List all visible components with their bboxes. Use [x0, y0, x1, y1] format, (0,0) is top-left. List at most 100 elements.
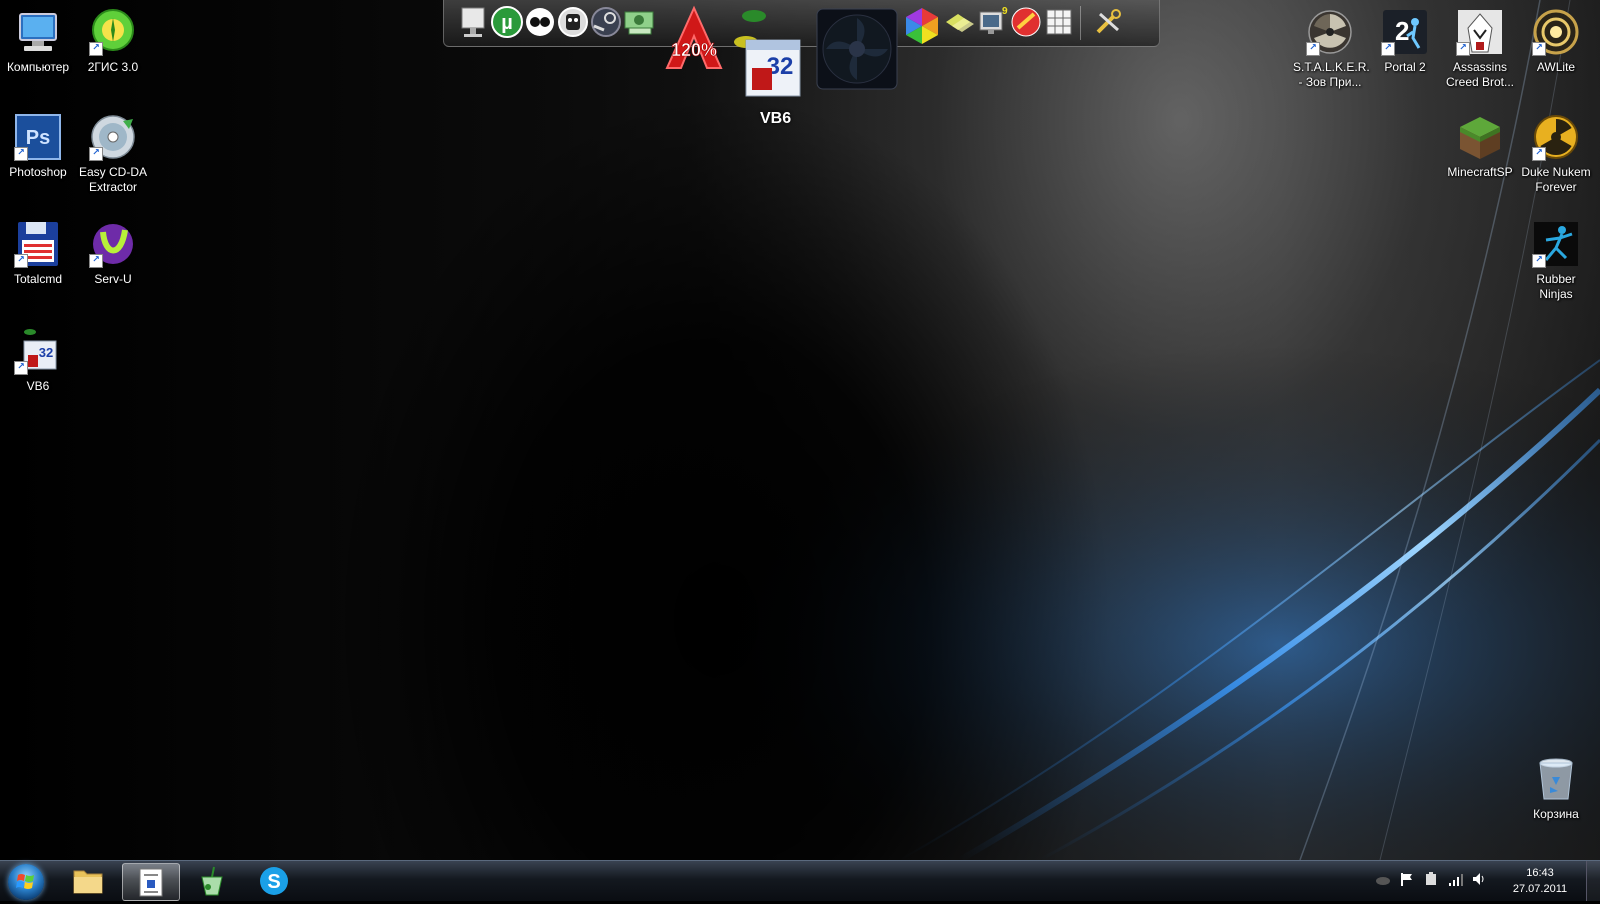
- desktop-icon-vb6[interactable]: 32 ↗ VB6: [1, 327, 75, 394]
- shortcut-arrow-icon: ↗: [89, 42, 103, 56]
- desktop-icon-computer[interactable]: Компьютер: [1, 8, 75, 75]
- rubber-ninjas-icon: ↗: [1532, 220, 1580, 268]
- dock-item-display[interactable]: 99: [976, 6, 1014, 38]
- taskbar-icq[interactable]: [184, 863, 240, 899]
- start-button[interactable]: [8, 864, 44, 900]
- svg-text:S: S: [267, 871, 280, 893]
- icon-label: MinecraftSP: [1447, 165, 1513, 179]
- vb6-icon: 32 ↗: [14, 327, 62, 375]
- desktop-icon-photoshop[interactable]: Ps ↗ Photoshop: [1, 113, 75, 180]
- shortcut-arrow-icon: ↗: [1532, 254, 1546, 268]
- icon-label: AWLite: [1536, 60, 1576, 74]
- tools-icon: [1096, 9, 1121, 34]
- dock-item-fan[interactable]: [816, 8, 898, 90]
- dock-item-monitor[interactable]: [458, 6, 490, 38]
- dock-item-windows-panel[interactable]: [1043, 6, 1075, 38]
- dock-item-money[interactable]: [623, 6, 655, 38]
- shortcut-arrow-icon: ↗: [1532, 42, 1546, 56]
- show-desktop-button[interactable]: [1586, 861, 1600, 901]
- icon-label: Корзина: [1533, 807, 1579, 821]
- icon-label: S.T.A.L.K.E.R. - Зов При...: [1293, 60, 1370, 89]
- clock-time: 16:43: [1526, 867, 1554, 879]
- dock-item-qip[interactable]: [524, 6, 556, 38]
- dock-item-picasa[interactable]: [902, 6, 938, 44]
- desktop-icon-totalcmd[interactable]: ↗ Totalcmd: [1, 220, 75, 287]
- dock-item-autocad[interactable]: 120%: [659, 4, 729, 74]
- desktop-icon-2gis[interactable]: ↗ 2ГИС 3.0: [76, 8, 150, 75]
- desktop-icon-duke-nukem[interactable]: ↗ Duke Nukem Forever: [1519, 113, 1593, 195]
- icon-label: Photoshop: [9, 165, 67, 179]
- icon-label: 2ГИС 3.0: [87, 60, 139, 74]
- svg-text:32: 32: [39, 345, 53, 360]
- shortcut-arrow-icon: ↗: [1306, 42, 1320, 56]
- dock-item-settings[interactable]: [1092, 6, 1124, 38]
- total-commander-icon: ↗: [14, 220, 62, 268]
- money-icon: [624, 11, 654, 35]
- clock-date: 27.07.2011: [1512, 883, 1568, 895]
- fan-icon: [816, 8, 898, 90]
- display-monitor-icon: 99: [979, 6, 1014, 34]
- dock-separator: [1080, 6, 1081, 40]
- taskbar-explorer[interactable]: [60, 863, 116, 899]
- desktop: Компьютер ↗ 2ГИС 3.0 Ps ↗ Photoshop ↗ Ea…: [0, 0, 1600, 860]
- portal2-icon: 2 ↗: [1381, 8, 1429, 56]
- robot-icon: [558, 7, 588, 37]
- shortcut-arrow-icon: ↗: [1532, 147, 1546, 161]
- cd-extractor-icon: ↗: [89, 113, 137, 161]
- desktop-icon-assassins-creed[interactable]: ↗ Assassins Creed Brot...: [1443, 8, 1517, 90]
- utorrent-icon: µ: [491, 6, 523, 38]
- svg-text:2: 2: [1395, 16, 1409, 46]
- desktop-icon-rubber-ninjas[interactable]: ↗ Rubber Ninjas: [1519, 220, 1593, 302]
- shortcut-arrow-icon: ↗: [1456, 42, 1470, 56]
- steam-icon: [591, 7, 621, 37]
- dock-item-steam[interactable]: [590, 6, 622, 38]
- dock-item-utorrent[interactable]: µ: [491, 6, 523, 38]
- icon-label: Duke Nukem Forever: [1521, 165, 1591, 194]
- wallpaper-swoosh: [0, 0, 1600, 860]
- badge-99: 99: [1002, 6, 1008, 17]
- qip-icon: [201, 866, 223, 896]
- action-center-flag-icon[interactable]: [1399, 871, 1415, 887]
- svg-text:µ: µ: [501, 12, 513, 34]
- minecraft-icon: [1456, 113, 1504, 161]
- network-icon: [946, 14, 974, 32]
- dock-item-network[interactable]: [944, 6, 976, 38]
- vb6-dock-icon: 32: [734, 10, 801, 97]
- taskbar-active-app[interactable]: [122, 863, 180, 901]
- autocad-icon: 120%: [665, 5, 723, 69]
- desktop-icon-minecraft[interactable]: MinecraftSP: [1443, 113, 1517, 180]
- cloud-tray-icon[interactable]: [1375, 871, 1391, 887]
- icon-label: VB6: [26, 379, 50, 393]
- 2gis-icon: ↗: [89, 8, 137, 56]
- shortcut-arrow-icon: ↗: [1381, 42, 1395, 56]
- assassins-creed-icon: ↗: [1456, 8, 1504, 56]
- desktop-icon-awlite[interactable]: ↗ AWLite: [1519, 8, 1593, 75]
- dock-item-vb6[interactable]: 32: [732, 4, 814, 100]
- desktop-icon-stalker[interactable]: ↗ S.T.A.L.K.E.R. - Зов При...: [1293, 8, 1370, 90]
- shortcut-arrow-icon: ↗: [89, 254, 103, 268]
- icon-label: Assassins Creed Brot...: [1445, 60, 1515, 89]
- desktop-icon-portal2[interactable]: 2 ↗ Portal 2: [1368, 8, 1442, 75]
- desktop-icon-recycle-bin[interactable]: Корзина: [1519, 755, 1593, 822]
- clock[interactable]: 16:43 27.07.2011: [1500, 865, 1580, 897]
- shortcut-arrow-icon: ↗: [14, 147, 28, 161]
- dock-item-cleaner[interactable]: [1010, 6, 1042, 38]
- shortcut-arrow-icon: ↗: [89, 147, 103, 161]
- volume-icon[interactable]: [1471, 871, 1487, 887]
- desktop-icon-serv-u[interactable]: ↗ Serv-U: [76, 220, 150, 287]
- taskbar: S 16:43 27.07.2011: [0, 860, 1600, 901]
- zoom-badge: 120%: [671, 40, 717, 60]
- photoshop-icon: Ps ↗: [14, 113, 62, 161]
- top-dock: µ 120% 32 9: [443, 0, 1160, 97]
- dock-item-rss[interactable]: [557, 6, 589, 38]
- shortcut-arrow-icon: ↗: [14, 361, 28, 375]
- skype-icon: S: [260, 867, 288, 895]
- taskbar-skype[interactable]: S: [246, 863, 302, 899]
- power-tray-icon[interactable]: [1423, 871, 1439, 887]
- serv-u-icon: ↗: [89, 220, 137, 268]
- icon-label: Portal 2: [1384, 60, 1426, 74]
- color-wheel-icon: [906, 8, 938, 44]
- icon-label: Компьютер: [6, 60, 70, 74]
- desktop-icon-easy-cd-da[interactable]: ↗ Easy CD-DA Extractor: [76, 113, 150, 195]
- network-signal-icon[interactable]: [1447, 871, 1463, 887]
